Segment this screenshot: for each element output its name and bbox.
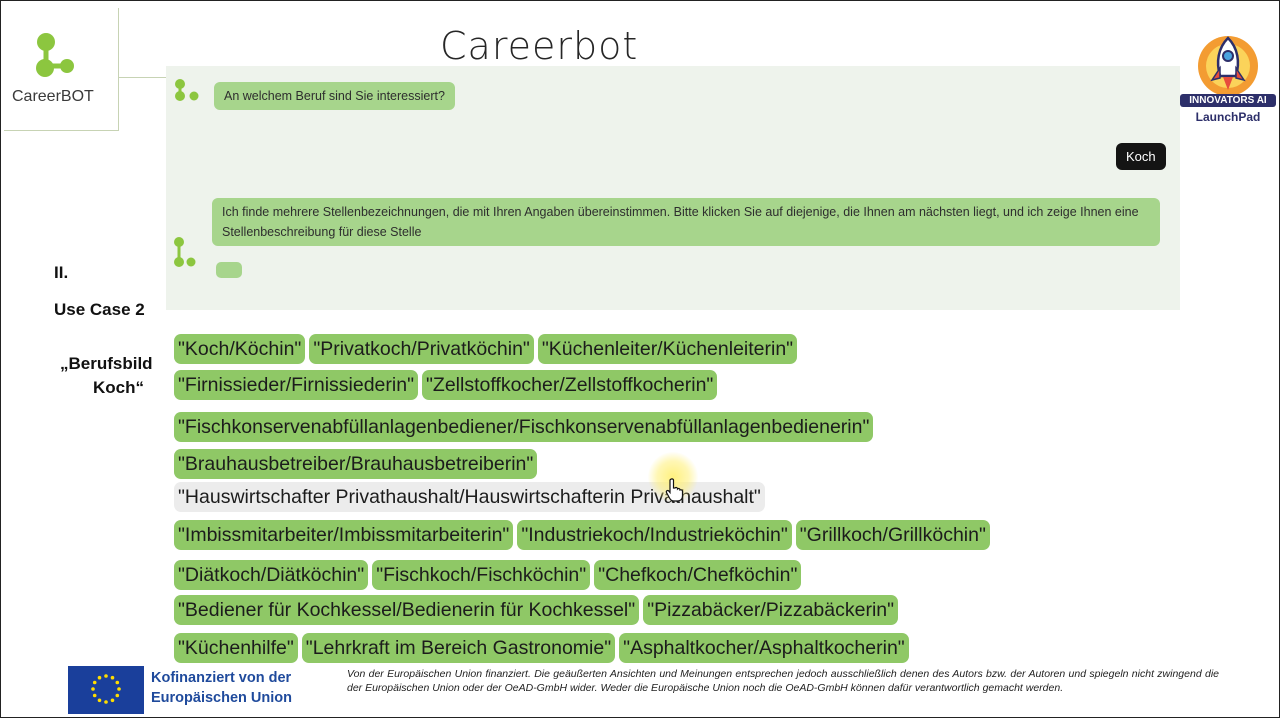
- topic-line-1: „Berufsbild: [60, 354, 153, 373]
- eu-flag-icon: [68, 666, 144, 714]
- eu-cofunding-label: Kofinanziert von der Europäischen Union: [151, 668, 292, 708]
- eu-cofunding-line-2: Europäischen Union: [151, 690, 292, 706]
- bot-avatar-icon: [174, 237, 196, 267]
- job-option-chip[interactable]: "Küchenhilfe": [174, 633, 298, 663]
- job-option-chip[interactable]: "Pizzabäcker/Pizzabäckerin": [643, 595, 899, 625]
- badge-subtitle: LaunchPad: [1195, 110, 1261, 124]
- job-option-chip-hovered[interactable]: "Hauswirtschafter Privathaushalt/Hauswir…: [174, 482, 765, 512]
- job-option-chip[interactable]: "Fischkoch/Fischköchin": [372, 560, 591, 590]
- funding-disclaimer: Von der Europäischen Union finanziert. D…: [347, 668, 1219, 694]
- chip-row: "Imbissmitarbeiter/Imbissmitarbeiterin" …: [174, 520, 990, 550]
- chip-row: "Koch/Köchin" "Privatkoch/Privatköchin" …: [174, 334, 798, 364]
- bot-avatar-icon: [175, 79, 199, 101]
- chip-row: "Bediener für Kochkessel/Bedienerin für …: [174, 595, 899, 625]
- chip-row: "Hauswirtschafter Privathaushalt/Hauswir…: [174, 482, 765, 512]
- rocket-badge-icon: [1198, 36, 1258, 94]
- use-case-label: Use Case 2: [54, 300, 145, 319]
- job-option-chip[interactable]: "Diätkoch/Diätköchin": [174, 560, 369, 590]
- job-option-chip[interactable]: "Grillkoch/Grillköchin": [795, 520, 990, 550]
- job-option-chip[interactable]: "Zellstoffkocher/Zellstoffkocherin": [422, 370, 718, 400]
- job-option-chip[interactable]: "Industriekoch/Industrieköchin": [517, 520, 792, 550]
- chip-row: "Diätkoch/Diätköchin" "Fischkoch/Fischkö…: [174, 560, 802, 590]
- job-option-chip[interactable]: "Brauhausbetreiber/Brauhausbetreiberin": [174, 449, 538, 479]
- job-option-chip[interactable]: "Imbissmitarbeiter/Imbissmitarbeiterin": [174, 520, 514, 550]
- job-title-options: "Koch/Köchin" "Privatkoch/Privatköchin" …: [166, 322, 1180, 663]
- page-title: Careerbot: [440, 24, 639, 68]
- logo-text: CareerBOT: [12, 88, 94, 105]
- bot-message-question: An welchem Beruf sind Sie interessiert?: [214, 82, 455, 110]
- job-option-chip[interactable]: "Asphaltkocher/Asphaltkocherin": [619, 633, 909, 663]
- chip-row: "Brauhausbetreiber/Brauhausbetreiberin": [174, 449, 538, 479]
- chip-row: "Küchenhilfe" "Lehrkraft im Bereich Gast…: [174, 633, 909, 663]
- chip-row: "Fischkonservenabfüllanlagenbediener/Fis…: [174, 412, 874, 442]
- job-option-chip[interactable]: "Küchenleiter/Küchenleiterin": [537, 334, 798, 364]
- job-option-chip[interactable]: "Koch/Köchin": [174, 334, 306, 364]
- job-option-chip[interactable]: "Bediener für Kochkessel/Bedienerin für …: [174, 595, 640, 625]
- careerbot-logo: CareerBOT: [4, 8, 119, 131]
- typing-indicator: [216, 262, 242, 278]
- job-option-chip[interactable]: "Chefkoch/Chefköchin": [594, 560, 802, 590]
- user-message: Koch: [1116, 143, 1166, 170]
- topic-line-2: Koch“: [93, 378, 144, 397]
- launchpad-badge: INNOVATORS AI LaunchPad: [1180, 30, 1276, 128]
- bot-message-answer: Ich finde mehrere Stellenbezeichnungen, …: [212, 198, 1160, 246]
- job-option-chip[interactable]: "Privatkoch/Privatköchin": [309, 334, 534, 364]
- section-number: II.: [54, 263, 69, 282]
- job-option-chip[interactable]: "Firnissieder/Firnissiederin": [174, 370, 418, 400]
- job-option-chip[interactable]: "Lehrkraft im Bereich Gastronomie": [301, 633, 616, 663]
- badge-title: INNOVATORS AI: [1180, 94, 1276, 107]
- careerbot-logo-icon: [36, 33, 74, 77]
- chip-row: "Firnissieder/Firnissiederin" "Zellstoff…: [174, 370, 718, 400]
- chat-window: An welchem Beruf sind Sie interessiert? …: [166, 66, 1180, 310]
- job-option-chip[interactable]: "Fischkonservenabfüllanlagenbediener/Fis…: [174, 412, 874, 442]
- eu-cofunding-line-1: Kofinanziert von der: [151, 670, 292, 686]
